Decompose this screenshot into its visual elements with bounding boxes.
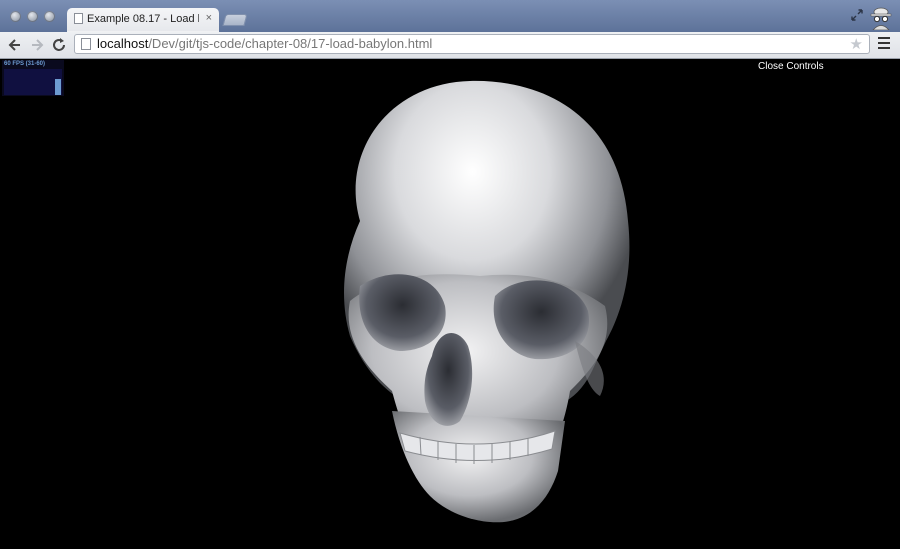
reload-icon[interactable] <box>50 36 68 54</box>
browser-toolbar: localhost/Dev/git/tjs-code/chapter-08/17… <box>0 32 900 59</box>
fps-graph-bar <box>55 79 61 95</box>
browser-tab[interactable]: Example 08.17 - Load babylon × <box>67 8 219 32</box>
new-tab-button[interactable] <box>222 14 248 26</box>
bookmark-star-icon[interactable]: ★ <box>850 35 863 53</box>
menu-icon[interactable] <box>878 37 890 51</box>
page-icon <box>74 13 83 24</box>
fps-graph <box>4 69 62 95</box>
forward-arrow-icon[interactable] <box>28 36 46 54</box>
webgl-canvas[interactable]: 60 FPS (31-60) Close Controls <box>0 59 900 549</box>
back-arrow-icon[interactable] <box>6 36 24 54</box>
fps-label: 60 FPS (31-60) <box>4 61 46 67</box>
browser-titlebar: Example 08.17 - Load babylon × <box>0 0 900 32</box>
url-path: /Dev/git/tjs-code/chapter-08/17-load-bab… <box>148 36 433 51</box>
page-icon <box>81 38 91 50</box>
address-bar[interactable]: localhost/Dev/git/tjs-code/chapter-08/17… <box>74 34 870 54</box>
fps-stats-panel[interactable]: 60 FPS (31-60) <box>2 60 64 96</box>
url-text[interactable]: localhost/Dev/git/tjs-code/chapter-08/17… <box>97 36 432 51</box>
close-window-button[interactable] <box>10 11 21 22</box>
zoom-window-button[interactable] <box>44 11 55 22</box>
minimize-window-button[interactable] <box>27 11 38 22</box>
close-controls-button[interactable]: Close Controls <box>758 61 824 72</box>
tab-title: Example 08.17 - Load babylon <box>87 13 199 25</box>
skull-model <box>344 80 630 523</box>
incognito-icon <box>870 7 892 30</box>
tab-close-icon[interactable]: × <box>206 12 212 24</box>
restore-icon[interactable] <box>850 8 864 22</box>
url-host: localhost <box>97 36 149 51</box>
